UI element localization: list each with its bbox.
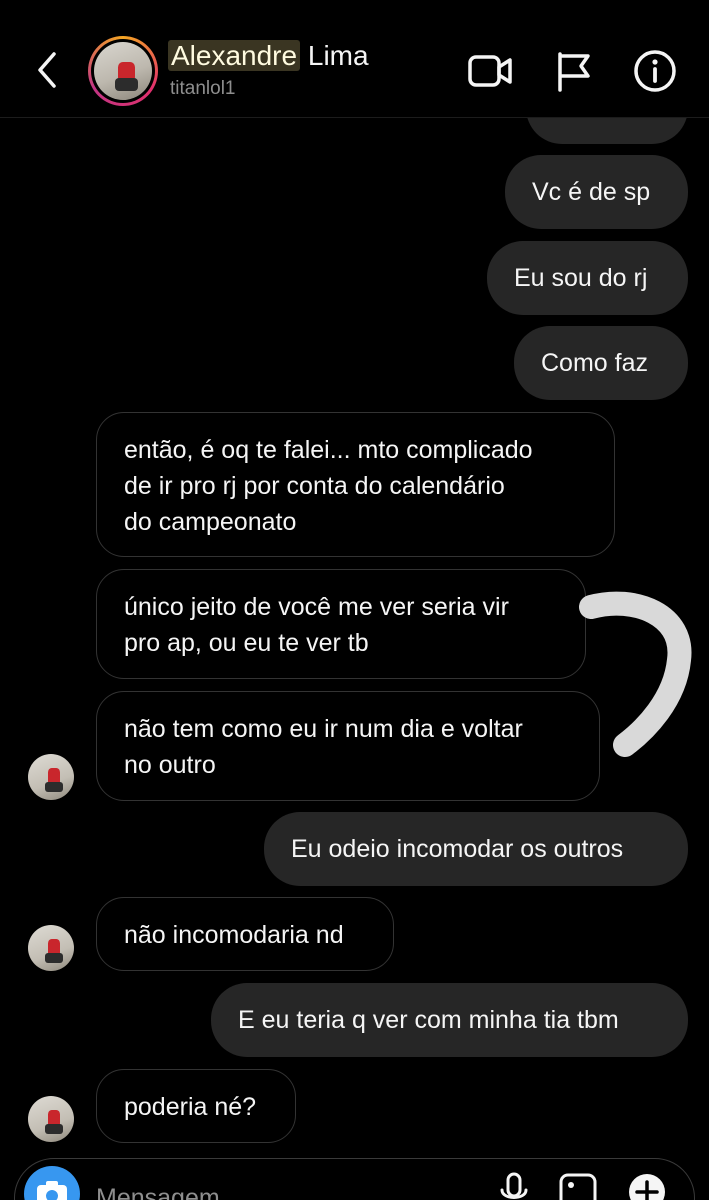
message-text-line: não incomodaria nd xyxy=(124,921,344,949)
message-bubble-sent[interactable]: E eu teria q ver com minha tia tbm xyxy=(211,983,688,1057)
sender-avatar[interactable] xyxy=(28,1096,74,1142)
message-bubble-sent[interactable]: Eu odeio incomodar os outros xyxy=(264,812,688,886)
message-bubble-received[interactable]: não incomodaria nd xyxy=(96,897,394,971)
message-text-line: do campeonato xyxy=(124,508,297,536)
bracket-scribble xyxy=(579,591,692,757)
message-text: Eu odeio incomodar os outros xyxy=(291,835,624,863)
message-bubble-sent[interactable]: Vc é de sp xyxy=(505,155,688,229)
gallery-icon xyxy=(559,1173,597,1200)
microphone-button[interactable] xyxy=(494,1170,534,1200)
message-text: Vc é de sp xyxy=(532,178,651,206)
flag-icon xyxy=(558,52,590,92)
message-text-line: então, é oq te falei... mto complicado xyxy=(124,436,533,464)
message-bubble-received[interactable]: então, é oq te falei... mto complicado d… xyxy=(96,412,615,557)
microphone-icon xyxy=(500,1172,528,1199)
report-button[interactable] xyxy=(552,48,598,94)
message-bubble-received[interactable]: não tem como eu ir num dia e voltar no o… xyxy=(96,691,600,801)
profile-avatar[interactable] xyxy=(88,36,158,106)
contact-first-name: Alexandre xyxy=(168,40,301,71)
message-bubble-received[interactable]: poderia né? xyxy=(96,1069,296,1143)
contact-last-name: Lima xyxy=(307,40,369,71)
video-call-icon xyxy=(468,55,512,87)
message-bubble-received[interactable]: único jeito de você me ver seria vir pro… xyxy=(96,569,586,679)
dm-screen: Alexandre Lima titanlol1 Vc é de sp Eu s… xyxy=(0,0,709,1200)
message-text-line: poderia né? xyxy=(124,1093,257,1121)
info-button[interactable] xyxy=(632,48,678,94)
back-button[interactable] xyxy=(28,48,68,92)
camera-button[interactable] xyxy=(24,1166,80,1200)
contact-username: titanlol1 xyxy=(170,78,236,99)
message-bubble-sent[interactable]: Eu sou do rj xyxy=(487,241,688,315)
gallery-button[interactable] xyxy=(558,1170,598,1200)
contact-name[interactable]: Alexandre Lima xyxy=(168,40,369,72)
message-bubble-sent[interactable]: Como faz xyxy=(514,326,688,400)
message-text-line: pro ap, ou eu te ver tb xyxy=(124,629,369,657)
message-text-line: único jeito de você me ver seria vir xyxy=(124,593,509,621)
message-text-line: de ir pro rj por conta do calendário xyxy=(124,472,505,500)
message-text-line: no outro xyxy=(124,751,216,779)
sender-avatar[interactable] xyxy=(28,925,74,971)
message-text-line: não tem como eu ir num dia e voltar xyxy=(124,715,523,743)
info-icon xyxy=(634,50,676,92)
camera-icon xyxy=(37,1181,67,1200)
plus-icon xyxy=(629,1174,665,1200)
message-text: E eu teria q ver com minha tia tbm xyxy=(238,1006,619,1034)
sender-avatar[interactable] xyxy=(28,754,74,800)
message-text: Como faz xyxy=(541,349,648,377)
message-input[interactable] xyxy=(96,1178,456,1200)
chat-header: Alexandre Lima titanlol1 xyxy=(0,0,709,118)
video-call-button[interactable] xyxy=(467,48,513,94)
back-icon xyxy=(38,52,56,88)
more-button[interactable] xyxy=(627,1170,667,1200)
message-text: Eu sou do rj xyxy=(514,264,648,292)
